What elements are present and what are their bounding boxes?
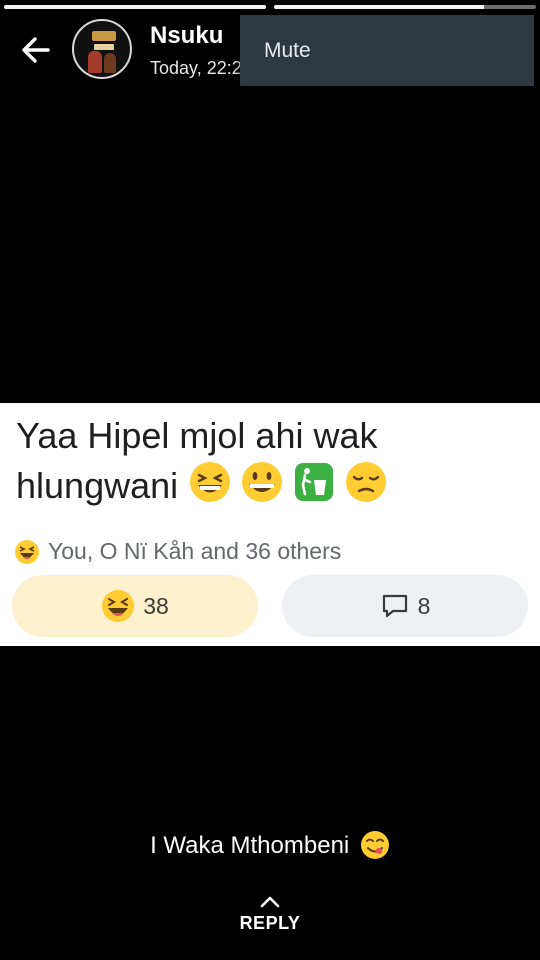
status-timestamp: Today, 22:2 (150, 58, 242, 78)
caption-text: I Waka Mthombeni (150, 832, 350, 859)
comment-bubble-icon (382, 594, 407, 618)
chevron-up-icon (260, 896, 280, 908)
comment-button[interactable]: 8 (282, 575, 528, 637)
back-arrow-icon[interactable] (18, 32, 54, 68)
avatar-graphic (104, 53, 116, 73)
shared-post-card: Yaa Hipel mjol ahi wak hlungwani You, O … (0, 403, 540, 646)
trash-can-sign-icon (295, 463, 334, 501)
pensive-face-icon (346, 462, 387, 502)
avatar-graphic (94, 44, 114, 50)
avatar-graphic (92, 31, 116, 41)
story-progress-bar-1 (4, 5, 266, 9)
story-progress-bar-2 (274, 5, 536, 9)
reactions-summary-text: You, O Nï Kåh and 36 others (48, 538, 342, 564)
laughing-face-icon (15, 539, 39, 564)
comment-count: 8 (417, 592, 431, 619)
reply-control[interactable]: REPLY (0, 893, 540, 934)
avatar[interactable] (72, 19, 132, 79)
post-text: Yaa Hipel mjol ahi wak hlungwani (16, 411, 526, 510)
laughing-face-icon (102, 590, 135, 622)
post-text-line1: Yaa Hipel mjol ahi wak (16, 415, 378, 456)
reply-label: REPLY (239, 913, 301, 933)
progress-fill (4, 5, 266, 9)
reactions-summary[interactable]: You, O Nï Kåh and 36 others (14, 538, 341, 565)
overflow-menu: Mute (240, 15, 534, 86)
grinning-squint-face-icon (190, 462, 231, 502)
reaction-count: 38 (143, 592, 169, 619)
avatar-graphic (88, 51, 102, 73)
reaction-button[interactable]: 38 (12, 575, 258, 637)
post-text-line2: hlungwani (16, 465, 179, 506)
progress-fill (274, 5, 484, 9)
contact-name[interactable]: Nsuku (150, 22, 223, 50)
grinning-face-icon (242, 462, 283, 502)
status-caption: I Waka Mthombeni (0, 830, 540, 860)
menu-item-mute[interactable]: Mute (264, 39, 311, 63)
yum-face-icon (360, 831, 389, 859)
